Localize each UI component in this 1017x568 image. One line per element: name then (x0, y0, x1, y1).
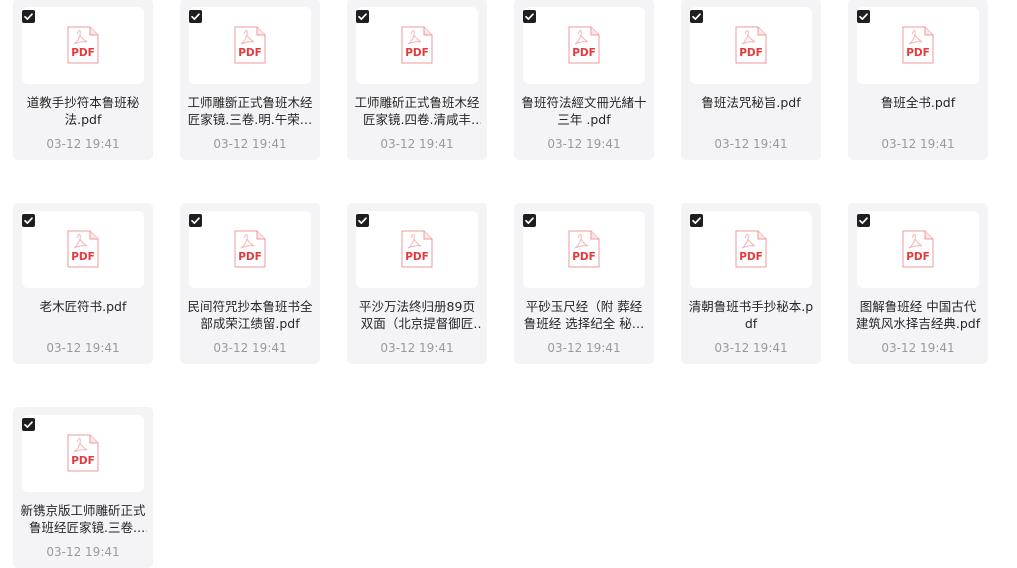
file-name: 工师雕斫正式鲁班木经匠家镜.四卷.清咸丰十… (354, 95, 480, 127)
checkbox-checked-icon[interactable] (356, 10, 369, 23)
file-card[interactable]: PDF 工师雕斫正式鲁班木经匠家镜.四卷.清咸丰十… 03-12 19:41 (347, 0, 487, 160)
file-date: 03-12 19:41 (881, 341, 955, 355)
checkbox-checked-icon[interactable] (22, 10, 35, 23)
file-date: 03-12 19:41 (213, 137, 287, 151)
file-card[interactable]: PDF 鲁班全书.pdf 03-12 19:41 (848, 0, 988, 160)
file-date: 03-12 19:41 (714, 341, 788, 355)
file-card[interactable]: PDF 道教手抄符本鲁班秘法.pdf 03-12 19:41 (13, 0, 153, 160)
checkbox-checked-icon[interactable] (22, 214, 35, 227)
pdf-file-icon: PDF (67, 230, 99, 268)
file-card[interactable]: PDF 工师雕斵正式鲁班木经匠家镜.三卷.明.午荣… 03-12 19:41 (180, 0, 320, 160)
checkbox-checked-icon[interactable] (690, 10, 703, 23)
pdf-badge-label: PDF (906, 251, 930, 263)
pdf-file-icon: PDF (902, 26, 934, 64)
file-name: 图解鲁班经 中国古代建筑风水择吉经典.pdf (855, 299, 981, 331)
file-thumbnail[interactable]: PDF (22, 7, 144, 84)
file-name: 新镌京版工师雕斫正式鲁班经匠家镜.三卷.明… (20, 503, 146, 535)
file-name: 清朝鲁班书手抄秘本.pdf (688, 299, 814, 331)
checkbox-checked-icon[interactable] (690, 214, 703, 227)
pdf-file-icon: PDF (568, 230, 600, 268)
file-name: 鲁班法咒秘旨.pdf (701, 95, 801, 110)
pdf-badge-label: PDF (405, 47, 429, 59)
pdf-file-icon: PDF (735, 26, 767, 64)
file-card[interactable]: PDF 清朝鲁班书手抄秘本.pdf 03-12 19:41 (681, 203, 821, 364)
pdf-file-icon: PDF (401, 26, 433, 64)
file-card[interactable]: PDF 平沙万法终归册89页双面（北京提督御匠司… 03-12 19:41 (347, 203, 487, 364)
file-name: 平砂玉尺经（附 葬经 鲁班经 选择纪全 秘… (523, 299, 645, 331)
file-card[interactable]: PDF 老木匠符书.pdf 03-12 19:41 (13, 203, 153, 364)
file-date: 03-12 19:41 (547, 341, 621, 355)
pdf-badge-label: PDF (71, 251, 95, 263)
checkbox-checked-icon[interactable] (189, 214, 202, 227)
checkbox-checked-icon[interactable] (523, 214, 536, 227)
checkbox-checked-icon[interactable] (857, 214, 870, 227)
file-date: 03-12 19:41 (213, 341, 287, 355)
file-thumbnail[interactable]: PDF (690, 7, 812, 84)
file-card[interactable]: PDF 鲁班法咒秘旨.pdf 03-12 19:41 (681, 0, 821, 160)
file-name: 鲁班全书.pdf (880, 95, 956, 110)
checkbox-checked-icon[interactable] (356, 214, 369, 227)
file-thumbnail[interactable]: PDF (189, 211, 311, 288)
file-date: 03-12 19:41 (46, 341, 120, 355)
file-date: 03-12 19:41 (46, 137, 120, 151)
checkbox-checked-icon[interactable] (22, 418, 35, 431)
pdf-badge-label: PDF (906, 47, 930, 59)
pdf-file-icon: PDF (902, 230, 934, 268)
pdf-file-icon: PDF (735, 230, 767, 268)
pdf-badge-label: PDF (405, 251, 429, 263)
pdf-file-icon: PDF (234, 230, 266, 268)
file-name: 鲁班符法經文冊光緒十三年 .pdf (521, 95, 647, 127)
file-date: 03-12 19:41 (881, 137, 955, 151)
pdf-badge-label: PDF (238, 251, 262, 263)
file-name: 道教手抄符本鲁班秘法.pdf (26, 95, 140, 127)
file-thumbnail[interactable]: PDF (356, 211, 478, 288)
file-thumbnail[interactable]: PDF (189, 7, 311, 84)
file-thumbnail[interactable]: PDF (857, 7, 979, 84)
file-card[interactable]: PDF 图解鲁班经 中国古代建筑风水择吉经典.pdf 03-12 19:41 (848, 203, 988, 364)
file-name: 工师雕斵正式鲁班木经匠家镜.三卷.明.午荣… (187, 95, 313, 127)
pdf-file-icon: PDF (234, 26, 266, 64)
file-card[interactable]: PDF 鲁班符法經文冊光緒十三年 .pdf 03-12 19:41 (514, 0, 654, 160)
pdf-badge-label: PDF (572, 47, 596, 59)
pdf-badge-label: PDF (572, 251, 596, 263)
pdf-badge-label: PDF (739, 47, 763, 59)
file-thumbnail[interactable]: PDF (523, 7, 645, 84)
file-date: 03-12 19:41 (46, 545, 120, 559)
file-thumbnail[interactable]: PDF (22, 415, 144, 492)
file-thumbnail[interactable]: PDF (523, 211, 645, 288)
file-card[interactable]: PDF 民间符咒抄本鲁班书全部成荣江绩留.pdf 03-12 19:41 (180, 203, 320, 364)
pdf-badge-label: PDF (71, 47, 95, 59)
file-name: 民间符咒抄本鲁班书全部成荣江绩留.pdf (187, 299, 313, 331)
pdf-badge-label: PDF (739, 251, 763, 263)
file-thumbnail[interactable]: PDF (690, 211, 812, 288)
file-date: 03-12 19:41 (380, 341, 454, 355)
pdf-file-icon: PDF (568, 26, 600, 64)
checkbox-checked-icon[interactable] (857, 10, 870, 23)
pdf-badge-label: PDF (71, 455, 95, 467)
pdf-file-icon: PDF (401, 230, 433, 268)
file-date: 03-12 19:41 (714, 137, 788, 151)
file-grid: PDF 道教手抄符本鲁班秘法.pdf 03-12 19:41 PDF 工师雕斵正… (13, 0, 988, 568)
pdf-file-icon: PDF (67, 434, 99, 472)
file-card[interactable]: PDF 平砂玉尺经（附 葬经 鲁班经 选择纪全 秘… 03-12 19:41 (514, 203, 654, 364)
file-date: 03-12 19:41 (547, 137, 621, 151)
file-thumbnail[interactable]: PDF (356, 7, 478, 84)
file-thumbnail[interactable]: PDF (857, 211, 979, 288)
checkbox-checked-icon[interactable] (189, 10, 202, 23)
file-thumbnail[interactable]: PDF (22, 211, 144, 288)
file-card[interactable]: PDF 新镌京版工师雕斫正式鲁班经匠家镜.三卷.明… 03-12 19:41 (13, 407, 153, 568)
pdf-badge-label: PDF (238, 47, 262, 59)
file-name: 老木匠符书.pdf (39, 299, 127, 314)
pdf-file-icon: PDF (67, 26, 99, 64)
checkbox-checked-icon[interactable] (523, 10, 536, 23)
file-date: 03-12 19:41 (380, 137, 454, 151)
file-name: 平沙万法终归册89页双面（北京提督御匠司… (359, 299, 475, 331)
